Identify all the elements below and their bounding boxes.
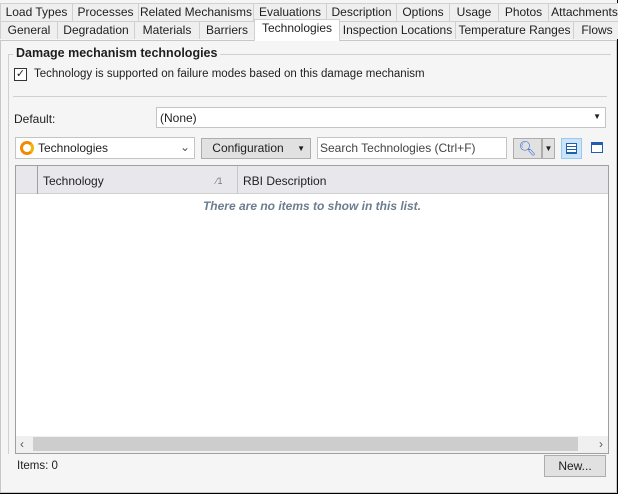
search-icon: 🔍︎ — [518, 140, 537, 156]
tab-related-mechanisms[interactable]: Related Mechanisms — [138, 3, 254, 21]
empty-message: There are no items to show in this list. — [202, 199, 422, 213]
tab-load-types[interactable]: Load Types — [0, 3, 73, 21]
list-view-button[interactable] — [561, 138, 582, 159]
configuration-label: Configuration — [212, 141, 284, 155]
technology-logo-icon — [20, 141, 34, 155]
tab-flows[interactable]: Flows — [573, 21, 618, 39]
default-select[interactable]: (None) ▼ — [156, 107, 606, 128]
horizontal-scrollbar[interactable]: ‹ › — [16, 436, 608, 453]
tab-photos[interactable]: Photos — [498, 3, 549, 21]
scrollbar-thumb[interactable] — [33, 437, 578, 451]
technologies-grid: Technology ⁄1 RBI Description There are … — [15, 165, 609, 454]
tab-options[interactable]: Options — [396, 3, 450, 21]
sort-order: 1 — [217, 176, 223, 186]
chevron-down-icon: ⌄ — [179, 140, 190, 154]
view-combo[interactable]: Technologies ⌄ — [15, 137, 195, 159]
tab-degradation[interactable]: Degradation — [57, 21, 135, 39]
tab-barriers[interactable]: Barriers — [199, 21, 255, 39]
separator — [13, 96, 607, 97]
search-options-dropdown[interactable]: ▼ — [542, 138, 555, 159]
new-button[interactable]: New... — [544, 455, 606, 477]
search-button[interactable]: 🔍︎ — [513, 138, 542, 159]
tab-temperature-ranges[interactable]: Temperature Ranges — [455, 21, 574, 39]
tab-inspection-locations[interactable]: Inspection Locations — [339, 21, 456, 39]
grid-header: Technology ⁄1 RBI Description — [16, 166, 608, 194]
tab-processes[interactable]: Processes — [72, 3, 139, 21]
detail-view-button[interactable] — [587, 138, 608, 159]
scroll-right-icon[interactable]: › — [599, 437, 603, 451]
search-input[interactable]: Search Technologies (Ctrl+F) — [317, 137, 507, 159]
view-combo-value: Technologies — [38, 141, 109, 155]
sort-indicator: ⁄1 — [216, 176, 223, 186]
items-count: Items: 0 — [17, 460, 58, 472]
supported-checkbox[interactable]: ✓ — [14, 68, 27, 81]
tab-materials[interactable]: Materials — [134, 21, 200, 39]
column-header-technology[interactable]: Technology — [43, 174, 104, 188]
column-header-rbi-description[interactable]: RBI Description — [243, 174, 326, 188]
tab-attachments[interactable]: Attachments — [548, 3, 618, 21]
tab-technologies[interactable]: Technologies — [254, 19, 340, 41]
tab-usage[interactable]: Usage — [449, 3, 499, 21]
group-title: Damage mechanism technologies — [13, 46, 221, 60]
chevron-down-icon: ▼ — [593, 112, 601, 121]
checkbox-label: Technology is supported on failure modes… — [34, 68, 425, 80]
tab-panel: Damage mechanism technologies ✓ Technolo… — [0, 40, 617, 493]
detail-view-icon — [591, 142, 603, 153]
tab-general[interactable]: General — [0, 21, 58, 39]
default-label: Default: — [14, 112, 56, 126]
configuration-button[interactable]: Configuration ▼ — [201, 138, 311, 159]
group-border-left — [8, 54, 9, 454]
search-placeholder: Search Technologies (Ctrl+F) — [320, 141, 476, 155]
caret-down-icon: ▼ — [297, 144, 305, 153]
caret-down-icon: ▼ — [544, 144, 553, 153]
scroll-left-icon[interactable]: ‹ — [20, 437, 24, 451]
list-view-icon — [566, 143, 577, 154]
default-value: (None) — [160, 111, 197, 125]
